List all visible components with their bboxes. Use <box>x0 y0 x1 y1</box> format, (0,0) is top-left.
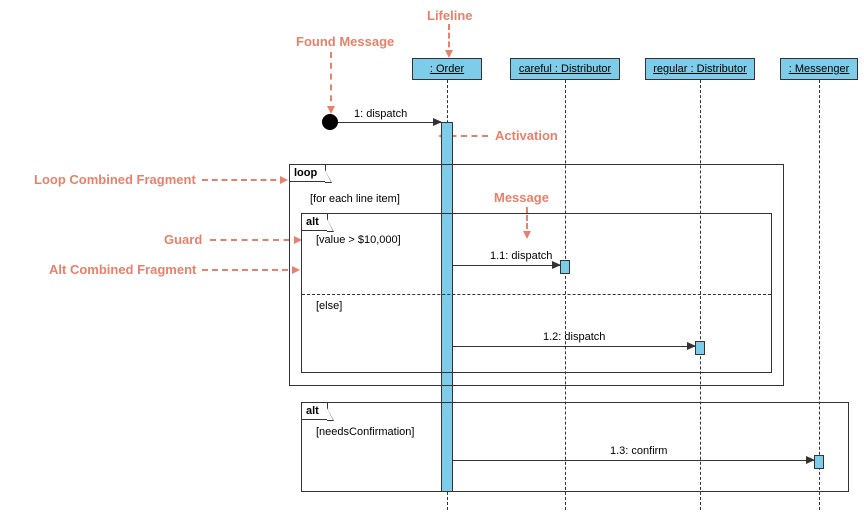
message-12-label: 1.2: dispatch <box>543 331 605 343</box>
annotation-guard: Guard <box>164 232 202 247</box>
lifeline-order-label: : Order <box>430 63 464 75</box>
annotation-arrow-found <box>330 52 332 112</box>
annotation-arrow-loop <box>202 179 286 181</box>
lifeline-regular: regular : Distributor <box>645 58 755 80</box>
fragment-alt2-label: alt <box>302 403 328 420</box>
annotation-alt: Alt Combined Fragment <box>49 262 196 277</box>
lifeline-careful: careful : Distributor <box>510 58 620 80</box>
message-12 <box>453 346 695 347</box>
annotation-loop: Loop Combined Fragment <box>34 172 196 187</box>
activation-messenger <box>814 455 824 469</box>
activation-regular <box>695 341 705 355</box>
fragment-alt1-guard1: [value > $10,000] <box>316 234 401 246</box>
activation-careful <box>560 260 570 274</box>
fragment-alt1-label: alt <box>302 214 328 231</box>
message-13 <box>453 460 814 461</box>
message-1-label: 1: dispatch <box>354 108 407 120</box>
lifeline-order: : Order <box>412 58 482 80</box>
annotation-found-message: Found Message <box>296 34 394 49</box>
message-13-label: 1.3: confirm <box>610 445 667 457</box>
message-11-label: 1.1: dispatch <box>490 250 552 262</box>
fragment-alt2: alt <box>301 402 849 492</box>
fragment-alt1-divider <box>302 294 771 295</box>
annotation-arrow-lifeline <box>448 24 450 56</box>
lifeline-messenger-label: : Messenger <box>789 63 850 75</box>
lifeline-messenger: : Messenger <box>780 58 858 80</box>
annotation-lifeline: Lifeline <box>427 8 473 23</box>
annotation-arrow-guard <box>210 239 300 241</box>
message-1 <box>338 122 441 123</box>
lifeline-regular-label: regular : Distributor <box>653 63 747 75</box>
fragment-loop-guard: [for each line item] <box>310 193 400 205</box>
fragment-alt1-guard2: [else] <box>316 300 342 312</box>
annotation-activation: Activation <box>495 128 558 143</box>
fragment-alt2-guard: [needsConfirmation] <box>316 426 414 438</box>
lifeline-careful-label: careful : Distributor <box>519 63 611 75</box>
annotation-arrow-alt <box>202 269 298 271</box>
fragment-loop-label: loop <box>290 165 326 182</box>
found-message-origin <box>322 114 338 130</box>
message-11 <box>453 265 560 266</box>
